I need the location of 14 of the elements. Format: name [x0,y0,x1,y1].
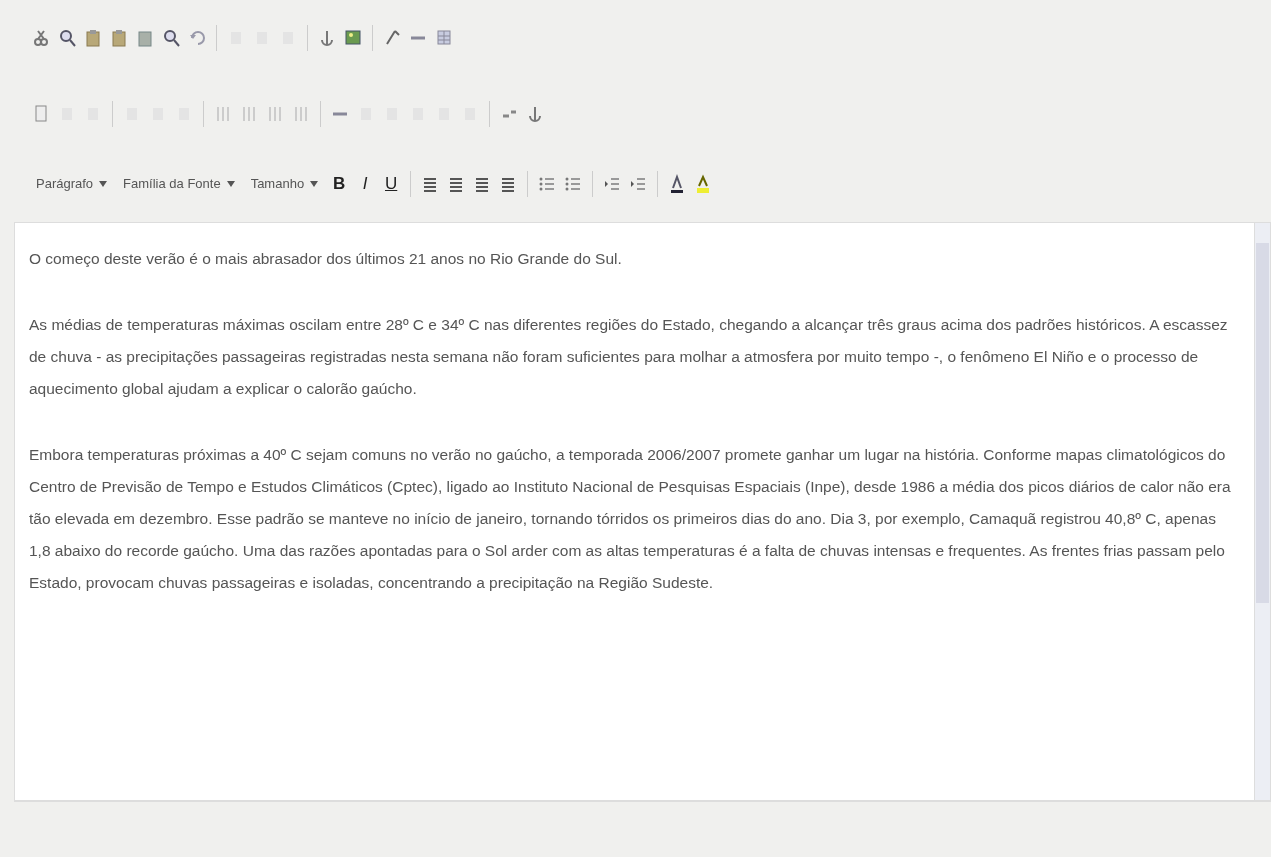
caret-icon [310,181,319,187]
underline-button[interactable]: U [380,171,403,197]
size-dropdown[interactable]: Tamanho [244,174,325,194]
scrollbar[interactable] [1254,223,1270,800]
paragraph: As médias de temperaturas máximas oscilam entre 28º C e 34º C nas diferentes regiões do Estado, chegando a alcançar três graus acima dos padrões históricos. A escassez de chuva - as precipitações passageiras registradas nesta semana não foram suficientes para molhar a atmosfera por muito tempo -, o fenômeno El Niño e o processo de aquecimento global ajudam a explicar o calorão gaúcho. [29,315,1229,399]
paragraph: O começo deste verão é o mais abrasador dos últimos 21 anos no Rio Grande do Sul. [29,249,623,269]
paragraph: Embora temperaturas próximas a 40º C sejam comuns no verão no gaúcho, a temporada 2006/2007 promete ganhar um lugar na história. Conforme mapas climatológicos do Centro de Previsão de Tempo e Estudos Climáticos (Cptec), ligado ao Instituto Nacional de Pesquisas Espaciais (Inpe), desde 1986 a média dos picos diários de calor não era tão elevada em dezembro. Esse padrão se manteve no início de janeiro, tornando tórridos os primeiros dias do ano. Dia 3, por exemplo, Camaquã registrou 40,8º C, apenas 1,8 abaixo do recorde gaúcho. Uma das razões apontadas para o Sol arder com as altas temperaturas é a falta de chuvas intensas e frequentes. As frentes frias passam pelo Estado, provocam chuvas passageiras e isoladas, concentrando a precipitação na Região Sudeste. [29,445,1232,593]
font-dropdown[interactable]: Família da Fonte [117,174,241,194]
editor-area[interactable] [14,222,1271,801]
caret-icon [226,181,235,187]
caret-icon [99,181,108,187]
format-dropdown[interactable]: Parágrafo [30,174,114,194]
italic-button[interactable]: I [354,171,377,197]
bold-button[interactable]: B [328,171,351,197]
